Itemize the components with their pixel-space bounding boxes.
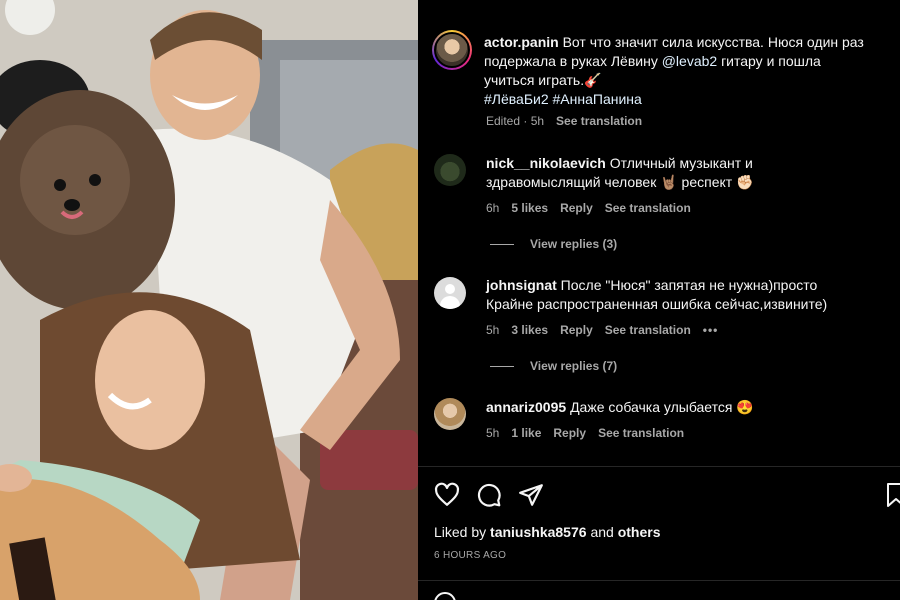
comment-3: annariz0095 Даже собачка улыбается 😍 [486, 398, 886, 417]
comment-text: Отличный музыкант и [609, 155, 753, 171]
view-replies-label[interactable]: View replies (3) [530, 237, 617, 251]
commenter-avatar[interactable] [434, 398, 466, 430]
comment-text: Даже собачка улыбается 😍 [570, 399, 754, 415]
reply-button[interactable]: Reply [553, 426, 586, 440]
liked-others-link[interactable]: others [618, 524, 661, 540]
caption-text-tail: гитару и пошла [721, 53, 821, 69]
comment-likes[interactable]: 1 like [511, 426, 541, 440]
comment-text: После "Нюся" запятая не нужна)просто [560, 277, 818, 293]
author-username[interactable]: actor.panin [484, 34, 559, 50]
comment-text-line2: здравомыслящий человек 🤘🏽 респект ✊🏻 [486, 174, 754, 190]
liked-prefix: Liked by [434, 524, 487, 540]
comment-time: 5h [486, 426, 500, 440]
caption-mention[interactable]: @levab2 [662, 53, 717, 69]
liked-and: and [590, 524, 614, 540]
see-translation-button[interactable]: See translation [605, 201, 691, 215]
emoji-icon[interactable] [434, 592, 456, 600]
edited-label: Edited · 5h [486, 114, 545, 128]
commenter-avatar[interactable] [434, 154, 466, 186]
comment-likes[interactable]: 3 likes [511, 323, 548, 337]
comment-3-meta: 5h 1 like Reply See translation [486, 426, 684, 440]
comment-icon[interactable] [476, 482, 502, 508]
see-translation-button[interactable]: See translation [598, 426, 684, 440]
comment-username[interactable]: annariz0095 [486, 399, 566, 415]
commenter-avatar-default[interactable] [434, 277, 466, 309]
hashtag-1[interactable]: #ЛёваБи2 [484, 91, 549, 107]
comment-likes[interactable]: 5 likes [511, 201, 548, 215]
section-divider [418, 466, 900, 467]
view-replies-label[interactable]: View replies (7) [530, 359, 617, 373]
comment-username[interactable]: johnsignat [486, 277, 557, 293]
section-divider [418, 580, 900, 581]
comment-1-meta: 6h 5 likes Reply See translation [486, 201, 691, 215]
replies-divider [490, 243, 514, 245]
post-photo [0, 0, 418, 600]
heart-icon[interactable] [434, 482, 460, 508]
comment-2-meta: 5h 3 likes Reply See translation ••• [486, 323, 718, 337]
caption-meta: Edited · 5h See translation [486, 114, 642, 128]
caption-see-translation[interactable]: See translation [556, 114, 642, 128]
comment-text-line2: Крайне распространенная ошибка сейчас,из… [486, 296, 828, 312]
post-timestamp: 6 HOURS AGO [434, 550, 507, 561]
bookmark-icon[interactable] [886, 482, 900, 508]
comment-1: nick__nikolaevich Отличный музыкант и зд… [486, 154, 886, 192]
more-options-icon[interactable]: ••• [703, 323, 719, 337]
reply-button[interactable]: Reply [560, 323, 593, 337]
view-replies-button[interactable]: View replies (7) [490, 359, 617, 373]
post-detail-panel: actor.panin Вот что значит сила искусств… [418, 0, 900, 600]
see-translation-button[interactable]: See translation [605, 323, 691, 337]
caption-text-line3: учиться играть.🎸 [484, 72, 602, 88]
post-actions [434, 482, 544, 508]
comment-2: johnsignat После "Нюся" запятая не нужна… [486, 276, 896, 314]
share-icon[interactable] [518, 482, 544, 508]
comment-time: 6h [486, 201, 500, 215]
comment-username[interactable]: nick__nikolaevich [486, 155, 606, 171]
author-avatar[interactable] [432, 30, 472, 70]
reply-button[interactable]: Reply [560, 201, 593, 215]
liked-by: Liked by taniushka8576 and others [434, 524, 660, 540]
liked-user-link[interactable]: taniushka8576 [490, 524, 587, 540]
hashtag-2[interactable]: #АннаПанина [553, 91, 642, 107]
replies-divider [490, 365, 514, 367]
comment-time: 5h [486, 323, 500, 337]
view-replies-button[interactable]: View replies (3) [490, 237, 617, 251]
post-caption: actor.panin Вот что значит сила искусств… [484, 33, 894, 109]
